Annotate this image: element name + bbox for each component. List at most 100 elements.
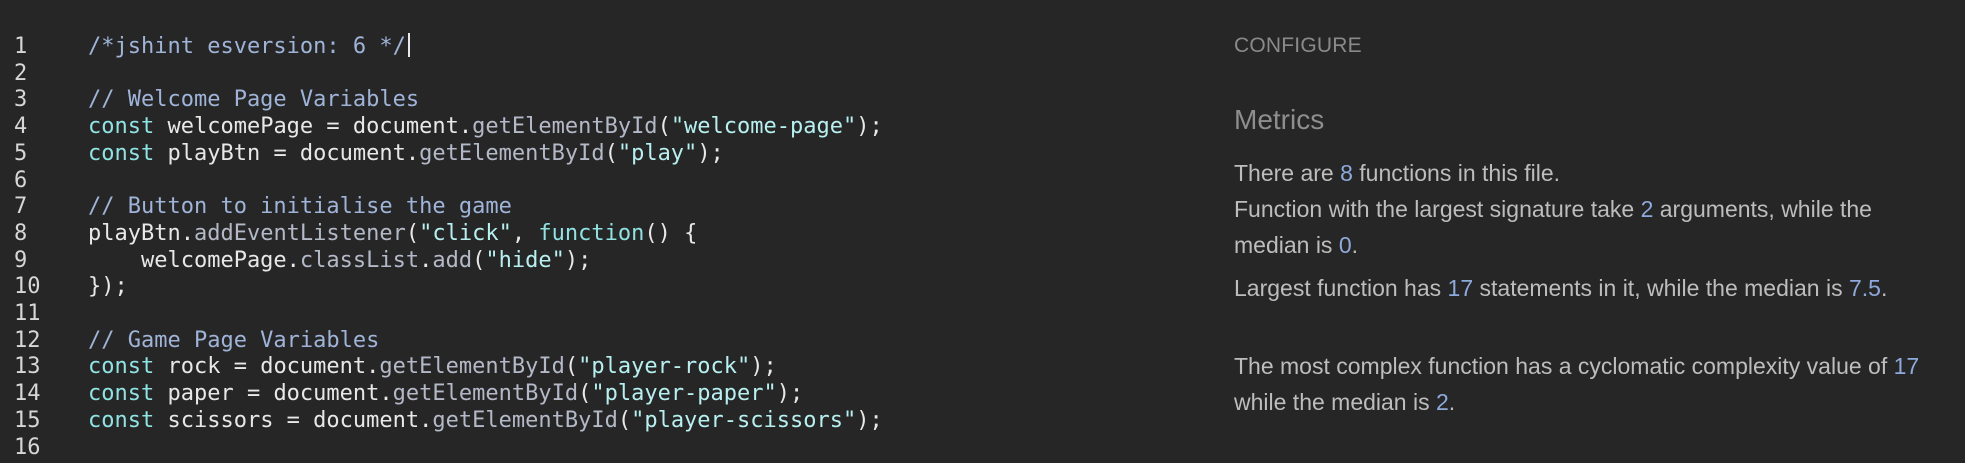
line-number: 11	[14, 301, 41, 326]
metric-value: 8	[1340, 160, 1353, 186]
metric-text: Largest function has	[1234, 275, 1448, 301]
code-line[interactable]: 8 playBtn.addEventListener("click", funct…	[0, 220, 1205, 247]
code-token: add	[432, 248, 473, 273]
code-token: playBtn.	[88, 221, 194, 246]
code-token: );	[776, 381, 804, 406]
metric-text: statements in it, while the median is	[1473, 275, 1849, 301]
code-line[interactable]: 14 const paper = document.getElementById(…	[0, 380, 1205, 407]
metric-value: 17	[1893, 353, 1920, 379]
code-token: getElementById	[379, 354, 565, 379]
code-token: "play"	[617, 141, 698, 166]
code-token: welcomePage = document.	[154, 114, 473, 139]
code-line[interactable]: 15 const scissors = document.getElementBy…	[0, 407, 1205, 434]
code-line[interactable]: 3 // Welcome Page Variables	[0, 86, 1205, 113]
line-number: 9	[14, 248, 28, 273]
code-token: // Welcome Page Variables	[88, 87, 420, 112]
line-number: 7	[14, 194, 28, 219]
line-number: 13	[14, 354, 41, 379]
code-token: (	[564, 354, 579, 379]
code-token: addEventListener	[193, 221, 406, 246]
code-token: const	[88, 354, 155, 379]
code-token: (	[617, 408, 632, 433]
line-code: // Welcome Page Variables	[88, 86, 419, 113]
code-token: (	[472, 248, 486, 273]
metrics-panel: CONFIGURE Metrics There are 8 functions …	[1205, 0, 1965, 463]
code-token: "player-paper"	[591, 381, 777, 406]
code-token: function	[538, 221, 645, 246]
code-token: ,	[511, 221, 539, 246]
line-code: const welcomePage = document.getElementB…	[88, 113, 883, 140]
code-editor[interactable]: 1 /*jshint esversion: 6 */ 2 3 // Welcome Pa…	[0, 0, 1205, 463]
metric-text: .	[1351, 232, 1359, 258]
code-token: // Button to initialise the game	[88, 194, 512, 219]
line-number: 15	[14, 408, 41, 433]
metric-text: while the median is	[1234, 389, 1436, 415]
line-code: /*jshint esversion: 6 */	[88, 33, 410, 60]
code-token: );	[750, 354, 777, 379]
line-number: 1	[14, 34, 28, 59]
code-token: // Game Page Variables	[88, 328, 380, 353]
line-number: 5	[14, 141, 28, 166]
metric-text: Function with the largest signature take	[1234, 196, 1641, 222]
code-token: (	[405, 221, 420, 246]
code-token: scissors = document.	[154, 408, 433, 433]
metric-text: functions in this file.	[1352, 160, 1561, 186]
code-line[interactable]: 11	[0, 300, 1205, 327]
metric-function-count: There are 8 functions in this file.	[1234, 155, 1949, 191]
code-token: );	[856, 408, 883, 433]
metric-largest-function: Largest function has 17 statements in it…	[1234, 270, 1949, 306]
code-token: "welcome-page"	[670, 114, 857, 139]
code-token: "player-rock"	[578, 354, 751, 379]
metric-value: 0	[1338, 232, 1352, 258]
code-token: );	[697, 141, 724, 166]
line-number: 12	[14, 328, 41, 353]
code-token: (	[604, 141, 618, 166]
code-line[interactable]: 1 /*jshint esversion: 6 */	[0, 33, 1205, 60]
code-token: );	[564, 248, 592, 273]
code-line[interactable]: 4 const welcomePage = document.getElement…	[0, 113, 1205, 140]
code-token: getElementById	[392, 381, 579, 406]
code-token: playBtn = document.	[154, 141, 420, 166]
metric-largest-signature: Function with the largest signature take…	[1234, 191, 1949, 263]
jshint-app: 1/*jshint esversion: 6 */2 3// Welcome Pa…	[0, 0, 1965, 463]
code-line[interactable]: 16	[0, 434, 1205, 461]
line-code: const scissors = document.getElementById…	[88, 407, 883, 434]
code-line[interactable]: 13 const rock = document.getElementById("…	[0, 353, 1205, 380]
line-number: 8	[14, 221, 28, 246]
code-token: getElementById	[432, 408, 618, 433]
code-token: () {	[644, 221, 698, 246]
code-line[interactable]: 2	[0, 60, 1205, 87]
line-number: 10	[14, 274, 41, 299]
line-number: 6	[14, 168, 28, 193]
line-code: welcomePage.classList.add("hide");	[88, 247, 591, 274]
code-line[interactable]: 7 // Button to initialise the game	[0, 193, 1205, 220]
code-token: (	[657, 114, 671, 139]
code-token: const	[88, 381, 155, 406]
metric-text: The most complex function has a cyclomat…	[1234, 353, 1894, 379]
configure-link[interactable]: CONFIGURE	[1234, 34, 1362, 58]
code-line[interactable]: 12 // Game Page Variables	[0, 327, 1205, 354]
code-token: classList	[299, 248, 420, 273]
code-line[interactable]: 5 const playBtn = document.getElementById…	[0, 140, 1205, 167]
text-cursor	[407, 33, 410, 57]
code-line[interactable]: 10});	[0, 273, 1205, 300]
code-token: });	[88, 274, 128, 299]
code-token: );	[856, 114, 883, 139]
line-number: 2	[14, 61, 28, 86]
code-line[interactable]: 6	[0, 167, 1205, 194]
metrics-heading: Metrics	[1234, 104, 1325, 135]
line-code: // Game Page Variables	[88, 327, 379, 354]
line-code: });	[88, 273, 128, 300]
line-code: const rock = document.getElementById("pl…	[88, 353, 777, 380]
code-token: rock = document.	[154, 354, 380, 379]
line-number: 3	[14, 87, 28, 112]
line-code: playBtn.addEventListener("click", functi…	[88, 220, 697, 247]
metric-value: 7.5	[1848, 275, 1881, 301]
code-token: const	[88, 114, 155, 139]
line-number: 4	[14, 114, 28, 139]
metric-value: 2	[1640, 196, 1654, 222]
code-token: getElementById	[419, 141, 605, 166]
code-token: welcomePage.	[88, 248, 300, 273]
code-token: const	[88, 141, 155, 166]
code-line[interactable]: 9 welcomePage.classList.add("hide");	[0, 247, 1205, 274]
